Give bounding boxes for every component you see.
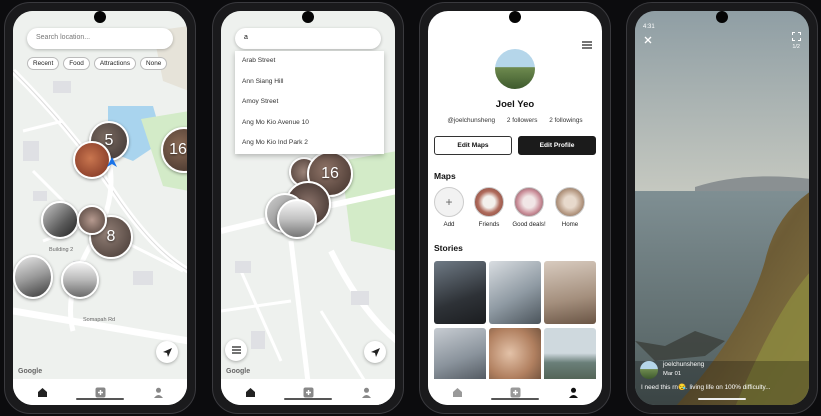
person-icon[interactable] — [566, 385, 580, 399]
profile-screen: Joel Yeo @joelchunsheng 2 followers 2 fo… — [428, 11, 602, 405]
phone-map: Search location... Recent Food Attractio… — [4, 2, 196, 414]
map-thumbnail — [514, 187, 544, 217]
home-icon[interactable] — [35, 385, 49, 399]
story-thumbnail[interactable] — [489, 261, 541, 324]
map-screen[interactable]: Search location... Recent Food Attractio… — [13, 11, 187, 405]
google-attribution: Google — [18, 368, 43, 375]
home-indicator — [284, 398, 332, 400]
followings-count[interactable]: 2 followings — [549, 117, 582, 124]
filter-chips: Recent Food Attractions None — [27, 57, 168, 70]
map-label: Friends — [478, 221, 500, 228]
chip-attractions[interactable]: Attractions — [93, 57, 137, 70]
map-home[interactable]: Home — [552, 187, 588, 228]
suggestion-item[interactable]: Arab Street — [235, 51, 384, 72]
story-date: Mar 01 — [663, 371, 682, 377]
plus-icon: + — [434, 187, 464, 217]
stories-heading: Stories — [434, 243, 463, 253]
phone-search: a Arab Street Ann Siang Hill Amoy Street… — [212, 2, 404, 414]
story-thumbnail[interactable] — [544, 261, 596, 324]
edit-maps-button[interactable]: Edit Maps — [434, 136, 512, 155]
maps-heading: Maps — [434, 171, 456, 181]
camera-cutout — [94, 11, 106, 23]
avatar[interactable] — [640, 361, 658, 379]
photo-marker[interactable] — [41, 201, 79, 239]
phone-profile: Joel Yeo @joelchunsheng 2 followers 2 fo… — [419, 2, 611, 414]
home-indicator — [698, 398, 746, 400]
home-icon[interactable] — [243, 385, 257, 399]
story-photo — [635, 11, 809, 405]
map-friends[interactable]: Friends — [471, 187, 507, 228]
map-thumbnail — [555, 187, 585, 217]
chip-recent[interactable]: Recent — [27, 57, 60, 70]
map-label: Add — [443, 221, 455, 228]
story-username[interactable]: joelchunsheng — [663, 361, 704, 368]
add-icon[interactable] — [508, 385, 522, 399]
person-icon[interactable] — [359, 385, 373, 399]
cluster-count: 16 — [321, 165, 339, 182]
camera-cutout — [716, 11, 728, 23]
map-label: Home — [561, 221, 579, 228]
photo-marker[interactable] — [277, 199, 317, 239]
navigate-icon — [162, 347, 172, 357]
search-input[interactable]: Search location... — [27, 28, 173, 49]
menu-icon — [231, 346, 241, 354]
suggestion-item[interactable]: Ang Mo Kio Ind Park 2 — [235, 133, 384, 154]
story-caption: I need this rn😪. living life on 100% dif… — [641, 384, 771, 391]
status-time: 4:31 — [643, 24, 655, 30]
person-icon[interactable] — [151, 385, 165, 399]
profile-handle: @joelchunsheng — [447, 117, 496, 124]
home-indicator — [76, 398, 124, 400]
map-thumbnail — [474, 187, 504, 217]
chip-none[interactable]: None — [140, 57, 168, 70]
suggestion-list: Arab Street Ann Siang Hill Amoy Street A… — [235, 51, 384, 154]
edit-profile-button[interactable]: Edit Profile — [518, 136, 596, 155]
avatar — [495, 49, 535, 89]
building-label: Building 2 — [49, 247, 74, 253]
close-icon[interactable] — [644, 36, 652, 44]
followers-count[interactable]: 2 followers — [507, 117, 538, 124]
chip-food[interactable]: Food — [63, 57, 90, 70]
navigate-button[interactable] — [156, 341, 178, 363]
google-attribution: Google — [226, 368, 251, 375]
profile-stats: @joelchunsheng 2 followers 2 followings — [428, 117, 602, 124]
photo-marker[interactable] — [73, 141, 111, 179]
story-viewer-screen[interactable]: 4:31 1/2 joelchunsheng Mar 01 I need thi… — [635, 11, 809, 405]
road-label: Somapah Rd — [83, 317, 116, 323]
photo-marker[interactable] — [13, 255, 53, 299]
phone-story-viewer: 4:31 1/2 joelchunsheng Mar 01 I need thi… — [626, 2, 818, 414]
home-indicator — [491, 398, 539, 400]
cluster-count: 16 — [169, 141, 187, 158]
map-good-deals[interactable]: Good deals! — [511, 187, 547, 228]
menu-button[interactable] — [225, 339, 247, 361]
search-input[interactable]: a — [235, 28, 381, 49]
location-pin-icon — [107, 157, 117, 167]
photo-marker[interactable] — [61, 261, 99, 299]
add-icon[interactable] — [93, 385, 107, 399]
suggestion-item[interactable]: Ann Siang Hill — [235, 72, 384, 93]
photo-marker[interactable] — [77, 205, 107, 235]
navigate-button[interactable] — [364, 341, 386, 363]
menu-icon[interactable] — [582, 41, 592, 49]
profile-name: Joel Yeo — [495, 99, 535, 110]
map-screen[interactable]: a Arab Street Ann Siang Hill Amoy Street… — [221, 11, 395, 405]
navigate-icon — [370, 347, 380, 357]
camera-cutout — [509, 11, 521, 23]
home-icon[interactable] — [450, 385, 464, 399]
map-add[interactable]: + Add — [431, 187, 467, 228]
bottom-nav — [13, 379, 187, 405]
bottom-nav — [428, 379, 602, 405]
story-thumbnail[interactable] — [434, 261, 486, 324]
suggestion-item[interactable]: Ang Mo Kio Avenue 10 — [235, 113, 384, 134]
map-label: Good deals! — [512, 221, 546, 228]
camera-cutout — [302, 11, 314, 23]
bottom-nav — [221, 379, 395, 405]
expand-icon[interactable] — [792, 32, 801, 41]
suggestion-item[interactable]: Amoy Street — [235, 92, 384, 113]
story-counter: 1/2 — [792, 44, 800, 50]
add-icon[interactable] — [301, 385, 315, 399]
